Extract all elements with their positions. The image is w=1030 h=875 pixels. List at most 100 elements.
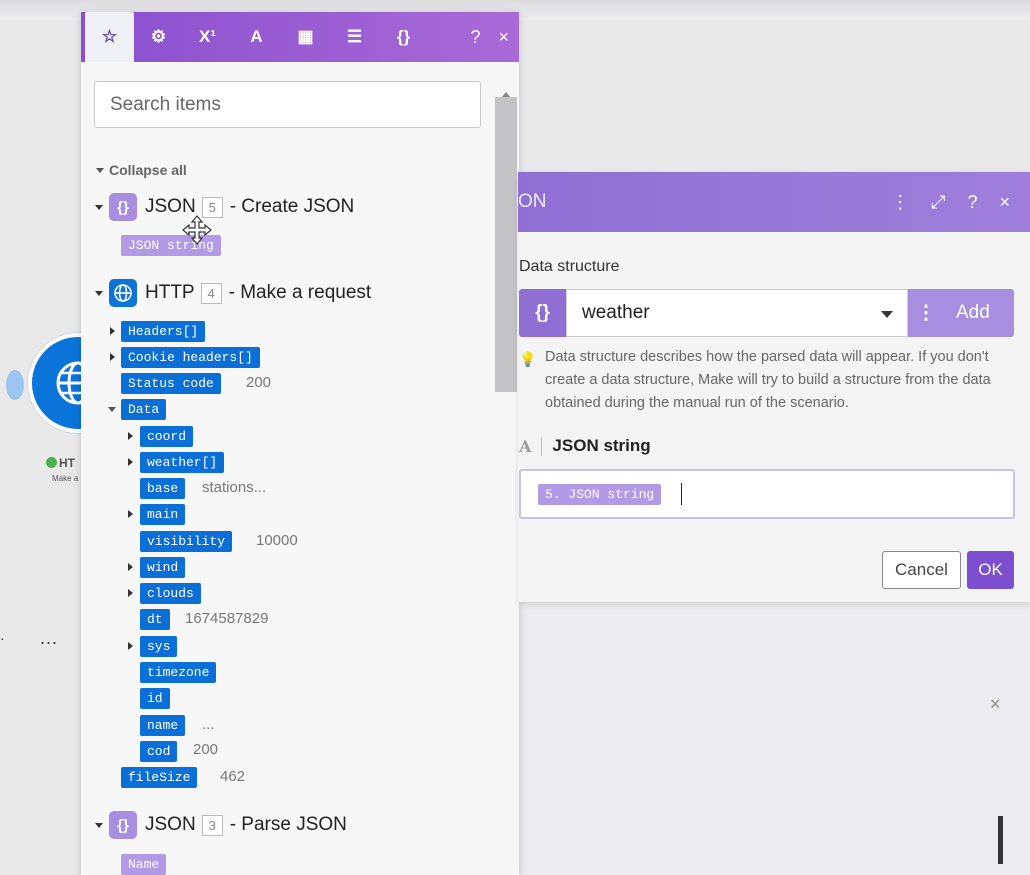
item-wind[interactable]: wind — [140, 557, 186, 578]
module-name: JSON — [145, 814, 196, 835]
item-value: stations... — [202, 479, 267, 496]
parse-json-dialog: ON ⋮ ⤢ ? × Data structure {} weather ⋮ A… — [518, 172, 1030, 602]
kebab-icon[interactable]: ⋮ — [908, 302, 944, 325]
item-dt[interactable]: dt — [140, 609, 170, 630]
module-header-http[interactable]: HTTP 4 - Make a request — [95, 279, 371, 307]
item-cookie-headers[interactable]: Cookie headers[] — [121, 347, 260, 368]
node-label: HT — [46, 456, 75, 470]
add-data-structure-button[interactable]: ⋮ Add — [908, 289, 1014, 337]
item-weather[interactable]: weather[] — [140, 452, 225, 473]
item-headers[interactable]: Headers[] — [121, 321, 206, 342]
mapping-panel-tabs: ☆ ⚙ X¹ A ▦ ☰ {} ? × — [81, 12, 519, 62]
item-clouds[interactable]: clouds — [140, 583, 201, 604]
data-structure-value: weather — [582, 302, 650, 323]
item-value: 1674587829 — [185, 610, 269, 627]
data-structure-label: Data structure — [519, 258, 620, 275]
item-status-code[interactable]: Status code — [121, 373, 221, 394]
expand-arrow-icon[interactable] — [128, 510, 133, 518]
dialog-title: ON — [518, 191, 547, 212]
braces-icon: {} — [519, 289, 566, 337]
item-sys[interactable]: sys — [140, 636, 178, 657]
close-icon[interactable]: × — [999, 192, 1010, 213]
expand-arrow-icon[interactable] — [128, 589, 133, 597]
panel-scrollbar[interactable] — [495, 86, 517, 875]
expand-arrow-icon[interactable] — [128, 432, 133, 440]
cancel-button[interactable]: Cancel — [882, 551, 961, 589]
item-value: 462 — [220, 768, 246, 785]
module-name: HTTP — [145, 282, 195, 303]
data-structure-select[interactable]: weather — [566, 289, 908, 337]
success-check-icon — [46, 457, 57, 468]
expand-arrow-icon[interactable] — [110, 353, 115, 361]
lightbulb-icon: 💡 — [519, 351, 537, 367]
more-options-button[interactable]: ... — [40, 628, 58, 649]
tab-json-braces-icon[interactable]: {} — [379, 12, 428, 62]
node-connector[interactable] — [6, 370, 24, 400]
ok-button[interactable]: OK — [967, 551, 1014, 589]
help-icon[interactable]: ? — [967, 192, 977, 213]
mapping-panel: ☆ ⚙ X¹ A ▦ ☰ {} ? × Collapse all {} JSON… — [81, 12, 519, 875]
edge-marker: · — [0, 630, 5, 646]
tab-settings-gear-icon[interactable]: ⚙ — [134, 12, 183, 62]
item-main[interactable]: main — [140, 504, 186, 525]
search-input[interactable] — [94, 81, 481, 128]
caret-down-icon — [96, 168, 104, 173]
item-name[interactable]: name — [140, 715, 186, 736]
globe-icon — [109, 279, 137, 307]
item-value: 200 — [246, 374, 272, 391]
text-type-icon: A — [519, 436, 543, 456]
item-value: 200 — [193, 741, 219, 758]
data-structure-hint: 💡 Data structure describes how the parse… — [519, 346, 1009, 415]
background-close-icon[interactable]: × — [990, 694, 1001, 715]
tab-array-table-icon[interactable]: ☰ — [330, 12, 379, 62]
json-module-icon: {} — [109, 811, 137, 839]
item-name[interactable]: Name — [121, 854, 167, 875]
close-icon[interactable]: × — [498, 27, 509, 48]
tab-text-icon[interactable]: A — [232, 12, 281, 62]
caret-down-icon — [95, 290, 103, 296]
item-data[interactable]: Data — [121, 399, 167, 420]
item-value: ... — [202, 716, 215, 733]
tab-date-calendar-icon[interactable]: ▦ — [281, 12, 330, 62]
module-header-json-parse[interactable]: {} JSON 3 - Parse JSON — [95, 811, 347, 839]
dialog-header: ON ⋮ ⤢ ? × — [518, 172, 1030, 232]
json-string-token[interactable]: 5. JSON string — [538, 484, 662, 505]
expand-arrow-icon[interactable] — [128, 563, 133, 571]
chevron-down-icon[interactable] — [881, 311, 893, 318]
add-label: Add — [956, 302, 990, 323]
collapse-all-button[interactable]: Collapse all — [96, 162, 187, 178]
tab-favorites-star-icon[interactable]: ☆ — [85, 12, 134, 62]
item-base[interactable]: base — [140, 478, 186, 499]
item-filesize[interactable]: fileSize — [121, 767, 198, 788]
item-coord[interactable]: coord — [140, 426, 194, 447]
expand-arrow-icon[interactable] — [128, 458, 133, 466]
kebab-menu-icon[interactable]: ⋮ — [891, 192, 909, 213]
json-module-icon: {} — [109, 193, 137, 221]
module-header-json-create[interactable]: {} JSON 5 - Create JSON — [95, 193, 354, 221]
item-value: 10000 — [256, 532, 298, 549]
expand-arrow-icon[interactable] — [128, 642, 133, 650]
item-cod[interactable]: cod — [140, 741, 178, 762]
hint-text: Data structure describes how the parsed … — [545, 349, 991, 411]
caret-down-icon[interactable] — [108, 407, 116, 412]
canvas-scroll-indicator[interactable] — [998, 816, 1003, 864]
move-cursor-icon — [182, 215, 212, 245]
data-structure-row: {} weather ⋮ Add — [519, 289, 1014, 337]
module-description: - Create JSON — [229, 196, 355, 217]
tab-math-superscript-icon[interactable]: X¹ — [183, 12, 232, 62]
module-description: - Make a request — [228, 282, 372, 303]
help-icon[interactable]: ? — [470, 27, 480, 48]
item-timezone[interactable]: timezone — [140, 662, 217, 683]
expand-icon[interactable]: ⤢ — [931, 192, 945, 213]
node-sublabel: Make a — [52, 474, 79, 483]
json-string-field[interactable]: 5. JSON string — [519, 469, 1015, 519]
text-caret — [681, 483, 682, 505]
expand-arrow-icon[interactable] — [110, 327, 115, 335]
item-id[interactable]: id — [140, 688, 170, 709]
scroll-thumb[interactable] — [495, 97, 517, 392]
mapping-panel-body: Collapse all {} JSON 5 - Create JSON JSO… — [81, 62, 519, 875]
item-visibility[interactable]: visibility — [140, 531, 233, 552]
module-description: - Parse JSON — [229, 814, 347, 835]
module-number: 4 — [200, 282, 222, 304]
caret-down-icon — [95, 204, 103, 210]
